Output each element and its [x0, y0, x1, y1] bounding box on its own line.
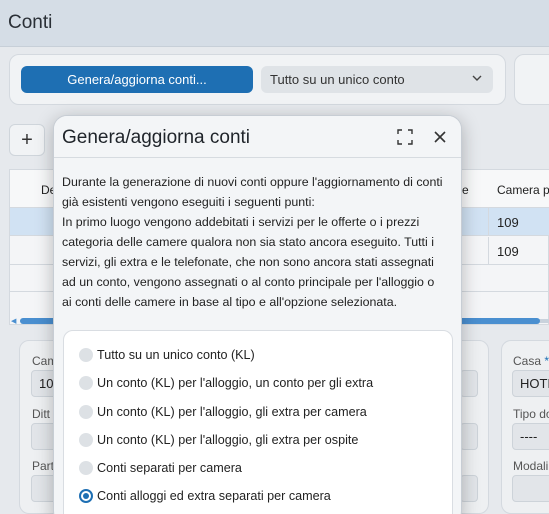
- column-divider: [488, 237, 489, 265]
- option-label: Conti alloggi ed extra separati per came…: [97, 489, 331, 503]
- radio-button[interactable]: [79, 348, 93, 362]
- field-label-tipo: Tipo do: [513, 407, 549, 421]
- generate-accounts-button[interactable]: Genera/aggiorna conti...: [21, 66, 253, 93]
- modalita-field[interactable]: [512, 475, 549, 502]
- option-separate-per-room[interactable]: Conti separati per camera: [79, 457, 242, 479]
- description-line: ai conti delle camere in base al tipo e …: [62, 295, 398, 309]
- casa-field-value: HOTE: [520, 376, 549, 391]
- field-label-casa: Casa *: [513, 354, 549, 368]
- dialog-title: Genera/aggiorna conti: [62, 127, 251, 148]
- option-extras-per-guest[interactable]: Un conto (KL) per l'alloggio, gli extra …: [79, 429, 358, 451]
- option-lodging-extras-per-room[interactable]: Conti alloggi ed extra separati per came…: [79, 485, 331, 507]
- account-mode-value: Tutto su un unico conto: [270, 72, 405, 87]
- tipo-field-value: ----: [520, 429, 538, 444]
- casa-field[interactable]: HOTE: [512, 370, 549, 397]
- option-label: Un conto (KL) per l'alloggio, gli extra …: [97, 433, 359, 447]
- table-cell-camera: 109: [497, 215, 519, 230]
- column-divider: [488, 208, 489, 236]
- field-label-part: Part: [32, 459, 55, 473]
- radio-button[interactable]: [79, 461, 93, 475]
- dialog-header: Genera/aggiorna conti: [54, 116, 461, 158]
- add-button[interactable]: +: [9, 124, 45, 156]
- option-label: Un conto (KL) per l'alloggio, un conto p…: [97, 376, 374, 390]
- dialog-description: Durante la generazione di nuovi conti op…: [62, 172, 458, 312]
- generate-accounts-label: Genera/aggiorna conti...: [67, 72, 207, 87]
- camera-field-value: 10: [39, 376, 54, 391]
- account-options-group: Tutto su un unico conto (KL) Un conto (K…: [63, 330, 453, 514]
- add-label: +: [21, 128, 33, 151]
- toolbar-card-secondary: [514, 54, 549, 105]
- option-label: Conti separati per camera: [97, 461, 242, 475]
- table-cell-camera: 109: [497, 244, 519, 259]
- description-line: ad un conto, vengono assegnati o al cont…: [62, 275, 435, 289]
- grid-header-cell[interactable]: e: [462, 183, 469, 197]
- option-extras-per-room[interactable]: Un conto (KL) per l'alloggio, gli extra …: [79, 401, 367, 423]
- account-mode-select[interactable]: Tutto su un unico conto: [261, 66, 493, 93]
- tipo-field[interactable]: ----: [512, 423, 549, 450]
- details-form-right: Casa * HOTE Tipo do ---- Modali: [501, 340, 549, 514]
- casa-label-text: Casa: [513, 354, 542, 368]
- close-icon[interactable]: [432, 129, 448, 145]
- required-marker: *: [544, 354, 549, 368]
- radio-button[interactable]: [79, 376, 93, 390]
- description-line: Durante la generazione di nuovi conti op…: [62, 175, 443, 189]
- window-title: Conti: [8, 12, 53, 33]
- field-label-ditta: Ditt: [32, 407, 50, 421]
- option-single-account[interactable]: Tutto su un unico conto (KL): [79, 344, 255, 366]
- description-line: servizi, gli extra e le telefonate, che …: [62, 255, 434, 269]
- window-titlebar: Conti: [0, 0, 549, 47]
- grid-header-camera[interactable]: Camera p: [497, 183, 549, 197]
- radio-button[interactable]: [79, 433, 93, 447]
- expand-icon[interactable]: [397, 129, 413, 145]
- generate-accounts-dialog: Genera/aggiorna conti Durante la generaz…: [53, 115, 462, 514]
- field-box-partial[interactable]: [460, 475, 478, 502]
- option-label: Tutto su un unico conto (KL): [97, 348, 255, 362]
- description-line: In primo luogo vengono addebitati i serv…: [62, 215, 420, 229]
- field-box-partial[interactable]: [460, 423, 478, 450]
- radio-button[interactable]: [79, 405, 93, 419]
- option-label: Un conto (KL) per l'alloggio, gli extra …: [97, 405, 367, 419]
- description-line: categoria delle camere qualora non sia s…: [62, 235, 434, 249]
- field-label-modalita: Modali: [513, 459, 549, 473]
- option-lodging-extras-account[interactable]: Un conto (KL) per l'alloggio, un conto p…: [79, 372, 373, 394]
- radio-button-selected[interactable]: [79, 489, 93, 503]
- scroll-left-icon[interactable]: ◀: [11, 317, 16, 325]
- description-line: già esistenti vengono eseguiti i seguent…: [62, 195, 315, 209]
- chevron-down-icon: [472, 75, 482, 81]
- field-box-partial[interactable]: [460, 370, 478, 397]
